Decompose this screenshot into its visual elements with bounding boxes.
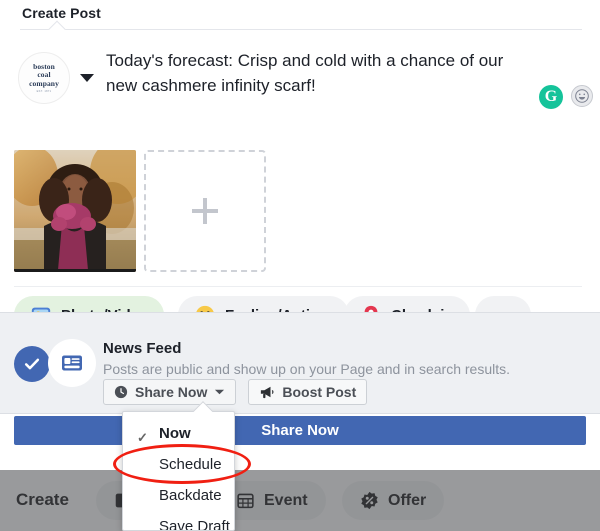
plus-icon — [192, 198, 218, 224]
boost-post-button[interactable]: Boost Post — [248, 379, 368, 405]
bottom-item-offer-label: Offer — [388, 491, 427, 509]
photo-illustration — [14, 150, 136, 272]
grammarly-icon[interactable]: G — [539, 85, 563, 109]
calendar-icon — [237, 493, 254, 509]
bottom-toolbar: Create Event Offer — [0, 470, 600, 531]
avatar: boston coal company EST. 1871 — [18, 52, 70, 104]
audience-buttons: Share Now Boost Post — [103, 379, 368, 405]
checkmark-glyph — [24, 358, 40, 370]
selected-check-icon[interactable] — [14, 346, 50, 382]
dialog-header: Create Post — [0, 0, 600, 38]
bottom-item-offer[interactable]: Offer — [342, 481, 445, 520]
audience-description: Posts are public and show up on your Pag… — [103, 361, 511, 377]
avatar-logo-line3: company — [29, 78, 59, 88]
emoji-icon[interactable] — [571, 85, 593, 107]
smiley-glyph — [575, 89, 589, 103]
boost-post-label: Boost Post — [282, 384, 357, 400]
percent-badge-icon — [361, 491, 378, 510]
menu-item-now-label: Now — [159, 424, 191, 442]
audience-title: News Feed — [103, 340, 182, 357]
menu-item-save-draft[interactable]: Save Draft — [123, 511, 234, 531]
audience-section: News Feed Posts are public and show up o… — [0, 312, 600, 414]
media-divider — [14, 286, 582, 287]
chevron-down-icon[interactable] — [80, 74, 94, 82]
share-timing-dropdown: ✓ Now Schedule Backdate Save Draft — [122, 411, 235, 531]
share-now-bar-label: Share Now — [261, 422, 339, 439]
news-feed-glyph — [62, 355, 82, 371]
share-now-dropdown-button[interactable]: Share Now — [103, 379, 237, 405]
megaphone-icon — [261, 386, 274, 399]
create-label: Create — [16, 490, 69, 509]
clock-icon — [114, 385, 128, 399]
menu-item-schedule[interactable]: Schedule — [123, 449, 234, 479]
menu-item-schedule-label: Schedule — [159, 455, 222, 473]
menu-item-backdate-label: Backdate — [159, 486, 222, 504]
check-glyph-icon: ✓ — [137, 430, 148, 445]
composer-area: boston coal company EST. 1871 Today's fo… — [0, 30, 600, 334]
menu-item-save-draft-label: Save Draft — [159, 517, 230, 531]
media-thumbnail[interactable] — [14, 150, 136, 272]
menu-item-backdate[interactable]: Backdate — [123, 480, 234, 510]
bottom-item-event-label: Event — [264, 491, 308, 509]
page-title: Create Post — [22, 5, 101, 21]
avatar-logo-sub: EST. 1871 — [36, 90, 52, 94]
news-feed-icon — [48, 339, 96, 387]
chevron-down-icon — [215, 389, 225, 395]
add-photo-button[interactable] — [144, 150, 266, 272]
create-post-dialog: Create Post boston coal company EST. 187… — [0, 0, 600, 531]
share-now-label: Share Now — [135, 384, 208, 400]
share-now-primary-button[interactable]: Share Now — [14, 416, 586, 445]
menu-item-now[interactable]: ✓ Now — [123, 418, 234, 448]
post-text[interactable]: Today's forecast: Crisp and cold with a … — [106, 48, 526, 98]
